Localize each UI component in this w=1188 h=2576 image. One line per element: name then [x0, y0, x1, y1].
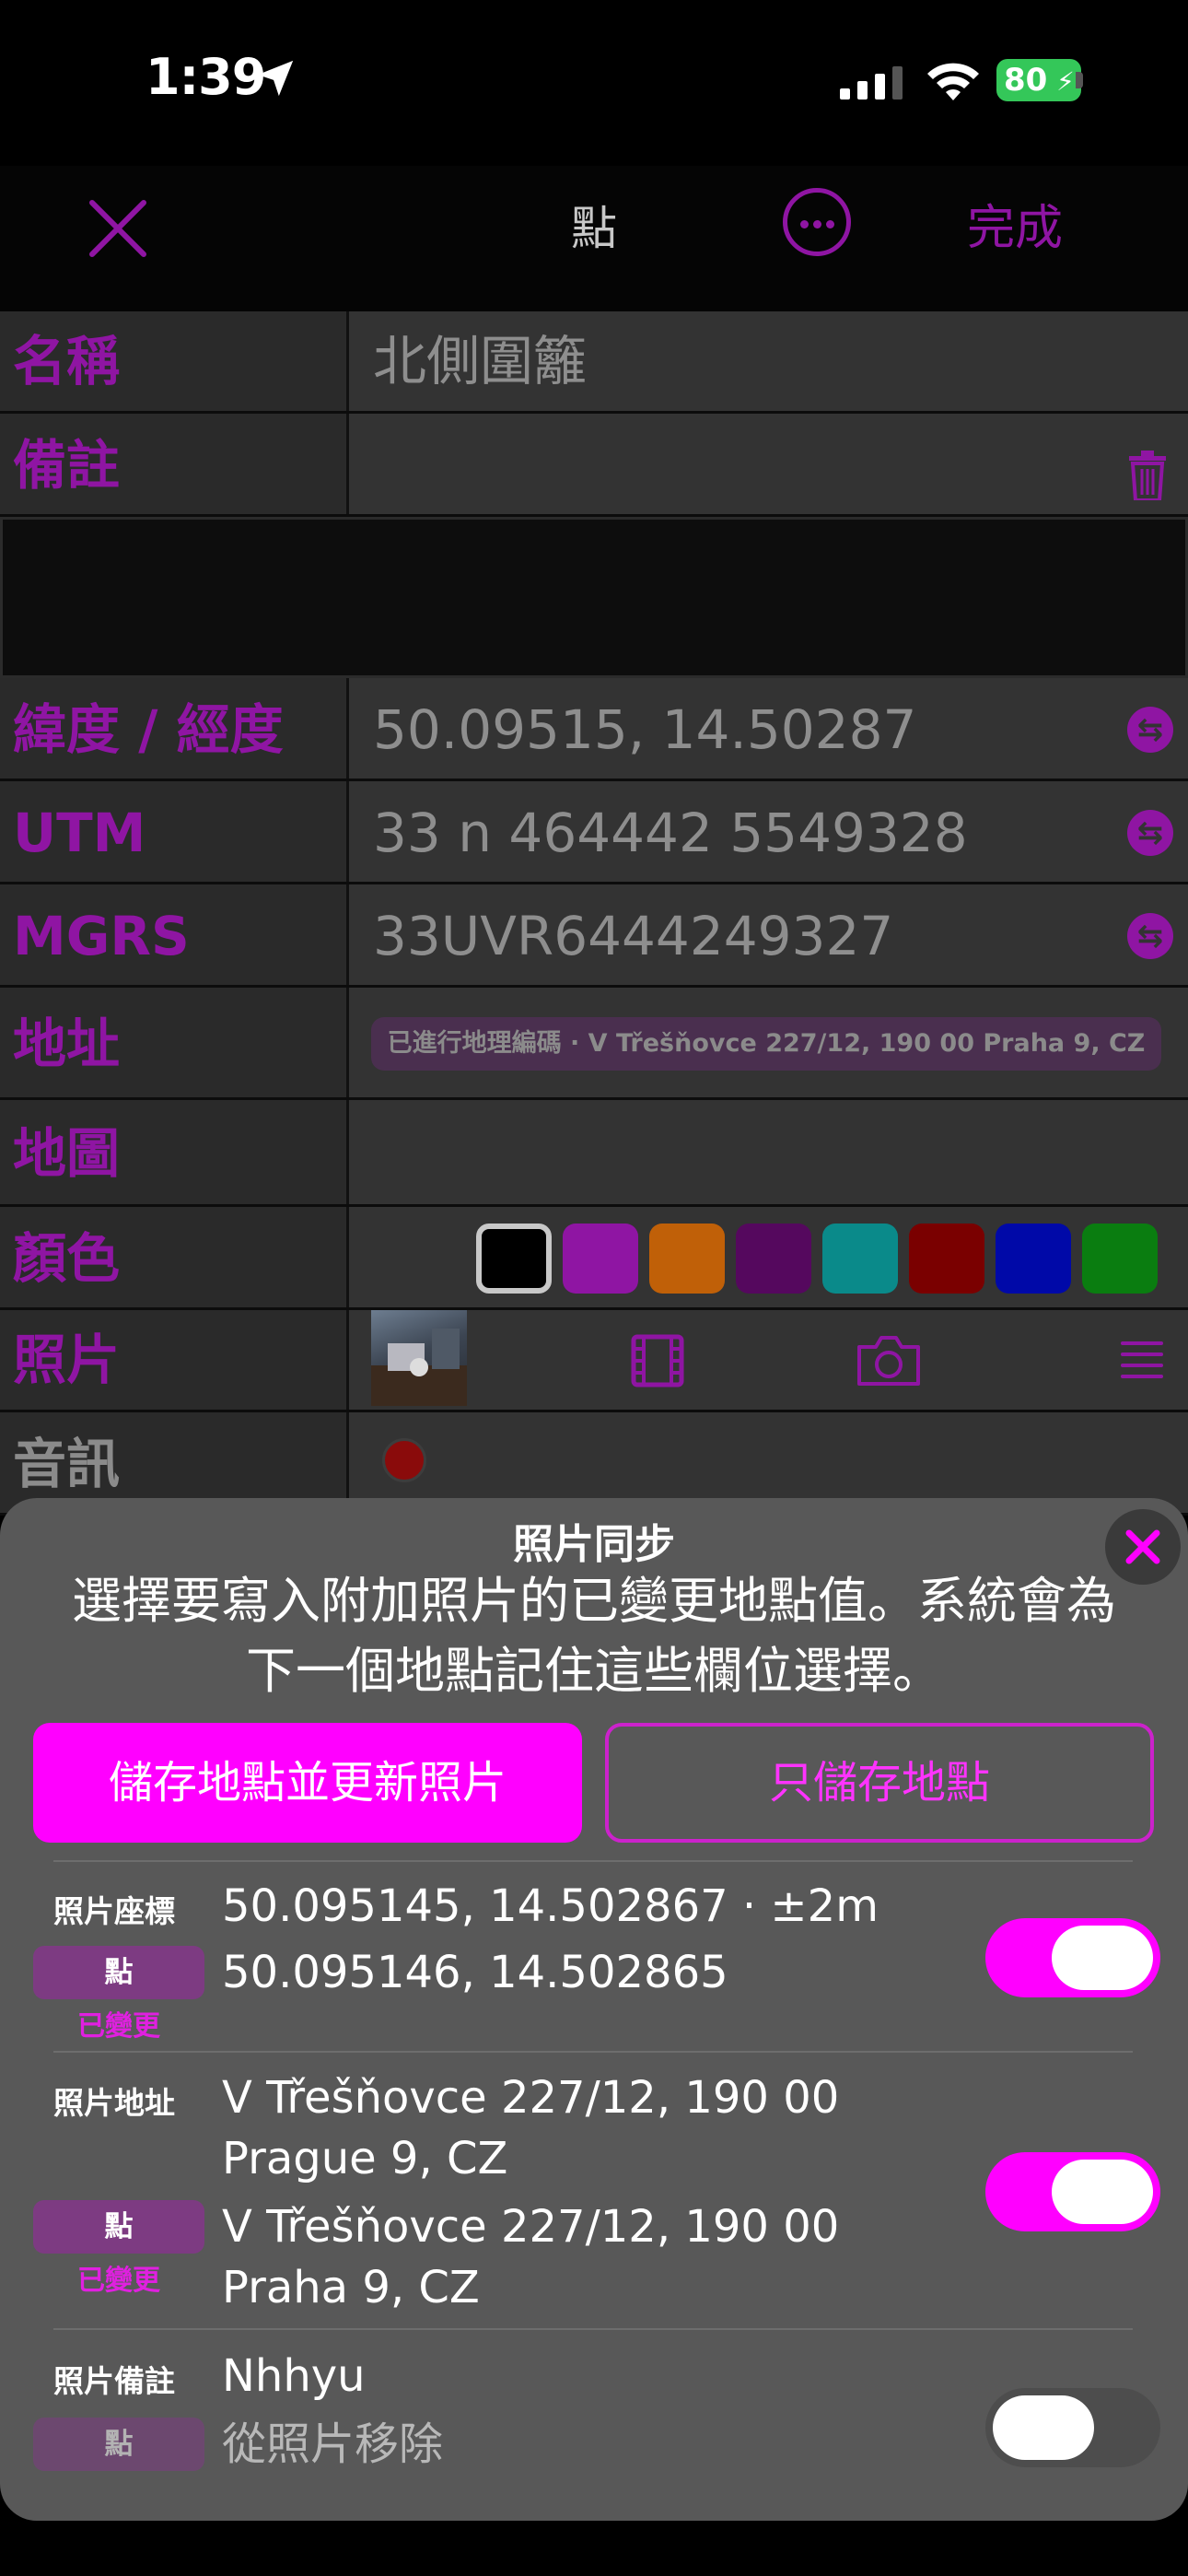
swap-icon[interactable]: ⇆ — [1127, 810, 1173, 856]
name-value[interactable]: 北側圍籬 — [373, 311, 587, 411]
point-coordinates-value: 50.095146, 14.502865 — [222, 1947, 728, 1998]
photo-coordinates-label: 照片座標 — [53, 1893, 175, 1929]
name-row: 名稱 北側圍籬 — [0, 311, 1188, 414]
photo-coordinates-value: 50.095145, 14.502867 · ±2m — [222, 1880, 879, 1932]
status-time: 1:39 — [146, 48, 266, 106]
latlon-value[interactable]: 50.09515, 14.50287 — [373, 678, 916, 781]
photo-notes-value: Nhhyu — [222, 2350, 366, 2402]
record-icon[interactable] — [382, 1438, 426, 1482]
map-row: 地圖 — [0, 1100, 1188, 1207]
more-options-icon[interactable] — [783, 188, 851, 256]
color-swatch[interactable] — [996, 1224, 1071, 1294]
notes-row: 備註 — [0, 414, 1188, 517]
latlon-field[interactable]: 50.09515, 14.50287 ⇆ — [346, 678, 1188, 779]
mgrs-field[interactable]: 33UVR6444249327 ⇆ — [346, 884, 1188, 985]
color-swatch[interactable] — [476, 1224, 552, 1294]
geocoded-address-chip[interactable]: 已進行地理編碼 · V Třešňovce 227/12, 190 00 Pra… — [371, 1017, 1161, 1071]
point-tag: 點 — [33, 1946, 204, 1999]
mgrs-row: MGRS 33UVR6444249327 ⇆ — [0, 884, 1188, 988]
color-swatch[interactable] — [909, 1224, 984, 1294]
notes-toggle[interactable] — [985, 2388, 1160, 2467]
save-and-update-photos-button[interactable]: 儲存地點並更新照片 — [33, 1723, 582, 1843]
utm-row: UTM 33 n 464442 5549328 ⇆ — [0, 781, 1188, 884]
swap-icon[interactable]: ⇆ — [1127, 913, 1173, 959]
photos-field — [346, 1310, 1188, 1410]
done-button[interactable]: 完成 — [967, 193, 1063, 263]
battery-cap — [1076, 72, 1083, 88]
point-tag: 點 — [33, 2418, 204, 2471]
address-label: 地址 — [13, 1013, 121, 1075]
photos-label: 照片 — [13, 1329, 121, 1391]
notes-field[interactable] — [346, 414, 1188, 514]
remove-from-photo-text: 從照片移除 — [222, 2418, 444, 2470]
photo-address-label: 照片地址 — [53, 2085, 175, 2121]
trash-icon[interactable] — [1127, 451, 1168, 500]
color-swatch[interactable] — [822, 1224, 898, 1294]
utm-label: UTM — [13, 802, 146, 864]
utm-field[interactable]: 33 n 464442 5549328 ⇆ — [346, 781, 1188, 882]
film-strip-icon[interactable] — [631, 1334, 684, 1388]
sheet-title: 照片同步 — [513, 1521, 675, 1568]
color-swatch[interactable] — [649, 1224, 725, 1294]
address-toggle[interactable] — [985, 2152, 1160, 2231]
photos-row: 照片 — [0, 1310, 1188, 1412]
photo-address-value: V Třešňovce 227/12, 190 00 Prague 9, CZ — [222, 2072, 840, 2184]
mgrs-value[interactable]: 33UVR6444249327 — [373, 884, 893, 988]
sheet-description: 選擇要寫入附加照片的已變更地點值。系統會為下一個地點記住這些欄位選擇。 — [72, 1572, 1116, 1700]
changed-badge: 已變更 — [77, 2010, 160, 2043]
latlon-label: 緯度 / 經度 — [13, 698, 284, 761]
point-address-value: V Třešňovce 227/12, 190 00 Praha 9, CZ — [222, 2201, 840, 2313]
address-field[interactable]: 已進行地理編碼 · V Třešňovce 227/12, 190 00 Pra… — [346, 988, 1188, 1097]
name-label: 名稱 — [13, 330, 121, 392]
color-label: 顏色 — [13, 1227, 121, 1290]
divider — [53, 1860, 1133, 1862]
page-title: 點 — [571, 202, 617, 255]
wifi-icon — [927, 63, 979, 100]
notes-text-area[interactable] — [0, 517, 1188, 678]
mgrs-label: MGRS — [13, 905, 190, 967]
divider — [53, 2328, 1133, 2330]
utm-value[interactable]: 33 n 464442 5549328 — [373, 781, 968, 884]
save-place-only-button[interactable]: 只儲存地點 — [605, 1723, 1154, 1843]
point-tag: 點 — [33, 2200, 204, 2254]
cellular-signal-icon — [840, 66, 903, 100]
color-field — [346, 1207, 1188, 1307]
list-icon[interactable] — [1119, 1334, 1165, 1388]
changed-badge: 已變更 — [77, 2265, 160, 2297]
close-icon[interactable] — [83, 193, 153, 263]
photo-thumbnail[interactable] — [371, 1310, 467, 1406]
map-label: 地圖 — [13, 1122, 121, 1185]
notes-label: 備註 — [13, 434, 121, 497]
color-row: 顏色 — [0, 1207, 1188, 1310]
location-arrow-icon — [257, 60, 294, 97]
photo-notes-label: 照片備註 — [53, 2363, 175, 2399]
camera-icon[interactable] — [856, 1334, 922, 1388]
coordinates-toggle[interactable] — [985, 1918, 1160, 1997]
name-field[interactable]: 北側圍籬 — [346, 311, 1188, 411]
address-row: 地址 已進行地理編碼 · V Třešňovce 227/12, 190 00 … — [0, 988, 1188, 1100]
color-swatch[interactable] — [736, 1224, 811, 1294]
color-swatch[interactable] — [1082, 1224, 1158, 1294]
divider — [53, 2051, 1133, 2053]
map-field[interactable] — [346, 1100, 1188, 1204]
latlon-row: 緯度 / 經度 50.09515, 14.50287 ⇆ — [0, 678, 1188, 781]
color-swatch[interactable] — [563, 1224, 638, 1294]
swap-icon[interactable]: ⇆ — [1127, 707, 1173, 753]
battery-indicator: 80 ⚡ — [996, 59, 1081, 101]
